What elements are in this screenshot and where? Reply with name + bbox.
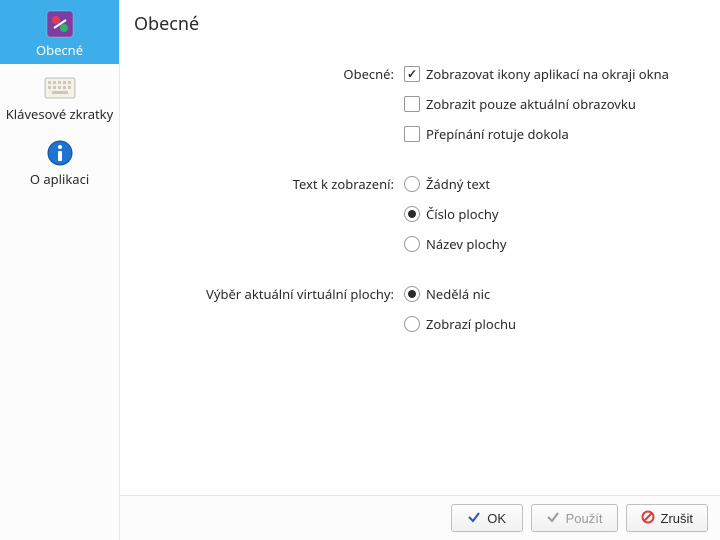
row-text-number: Číslo plochy (134, 202, 700, 226)
sidebar-item-about[interactable]: O aplikaci (0, 129, 119, 193)
apply-check-icon (546, 510, 560, 527)
checkbox-wrap-label[interactable]: Přepínání rotuje dokola (426, 125, 569, 143)
sidebar-item-label: O aplikaci (30, 171, 89, 187)
settings-form: Obecné: Zobrazovat ikony aplikací na okr… (134, 62, 700, 336)
radio-text-none[interactable] (404, 176, 420, 192)
ok-button[interactable]: OK (451, 504, 523, 532)
radio-current-nothing-label[interactable]: Nedělá nic (426, 285, 490, 303)
row-text-name: Název plochy (134, 232, 700, 256)
preferences-icon (44, 8, 76, 40)
row-current-nothing: Výběr aktuální virtuální plochy: Nedělá … (134, 282, 700, 306)
label-text: Text k zobrazení: (134, 175, 404, 193)
sidebar-item-shortcuts[interactable]: Klávesové zkratky (0, 64, 119, 128)
apply-button[interactable]: Použít (531, 504, 618, 532)
radio-text-name[interactable] (404, 236, 420, 252)
radio-text-none-label[interactable]: Žádný text (426, 175, 490, 193)
radio-text-number[interactable] (404, 206, 420, 222)
cancel-icon (641, 510, 655, 527)
ok-check-icon (467, 510, 481, 527)
checkbox-wrap[interactable] (404, 126, 420, 142)
apply-button-label: Použít (566, 511, 603, 526)
label-current: Výběr aktuální virtuální plochy: (134, 285, 404, 303)
checkbox-current-screen-label[interactable]: Zobrazit pouze aktuální obrazovku (426, 95, 636, 113)
settings-dialog: Obecné Klávesové zkratky (0, 0, 720, 540)
sidebar: Obecné Klávesové zkratky (0, 0, 120, 540)
row-current-show: Zobrazí plochu (134, 312, 700, 336)
checkbox-show-icons[interactable] (404, 66, 420, 82)
content-inner: Obecné Obecné: Zobrazovat ikony aplikací… (120, 0, 720, 495)
label-general: Obecné: (134, 65, 404, 83)
keyboard-icon (44, 72, 76, 104)
row-general-show-icons: Obecné: Zobrazovat ikony aplikací na okr… (134, 62, 700, 86)
cancel-button-label: Zrušit (661, 511, 694, 526)
radio-current-nothing[interactable] (404, 286, 420, 302)
checkbox-current-screen[interactable] (404, 96, 420, 112)
row-general-current-screen: Zobrazit pouze aktuální obrazovku (134, 92, 700, 116)
radio-current-show-label[interactable]: Zobrazí plochu (426, 315, 516, 333)
content-area: Obecné Obecné: Zobrazovat ikony aplikací… (120, 0, 720, 540)
radio-current-show[interactable] (404, 316, 420, 332)
cancel-button[interactable]: Zrušit (626, 504, 709, 532)
checkbox-show-icons-label[interactable]: Zobrazovat ikony aplikací na okraji okna (426, 65, 669, 83)
radio-text-name-label[interactable]: Název plochy (426, 235, 506, 253)
sidebar-item-general[interactable]: Obecné (0, 0, 119, 64)
ok-button-label: OK (487, 511, 506, 526)
sidebar-item-label: Obecné (36, 42, 83, 58)
row-text-none: Text k zobrazení: Žádný text (134, 172, 700, 196)
row-general-wrap: Přepínání rotuje dokola (134, 122, 700, 146)
sidebar-item-label: Klávesové zkratky (6, 106, 114, 122)
dialog-button-row: OK Použít Zrušit (120, 495, 720, 540)
page-title: Obecné (134, 10, 700, 36)
info-icon (44, 137, 76, 169)
radio-text-number-label[interactable]: Číslo plochy (426, 205, 499, 223)
